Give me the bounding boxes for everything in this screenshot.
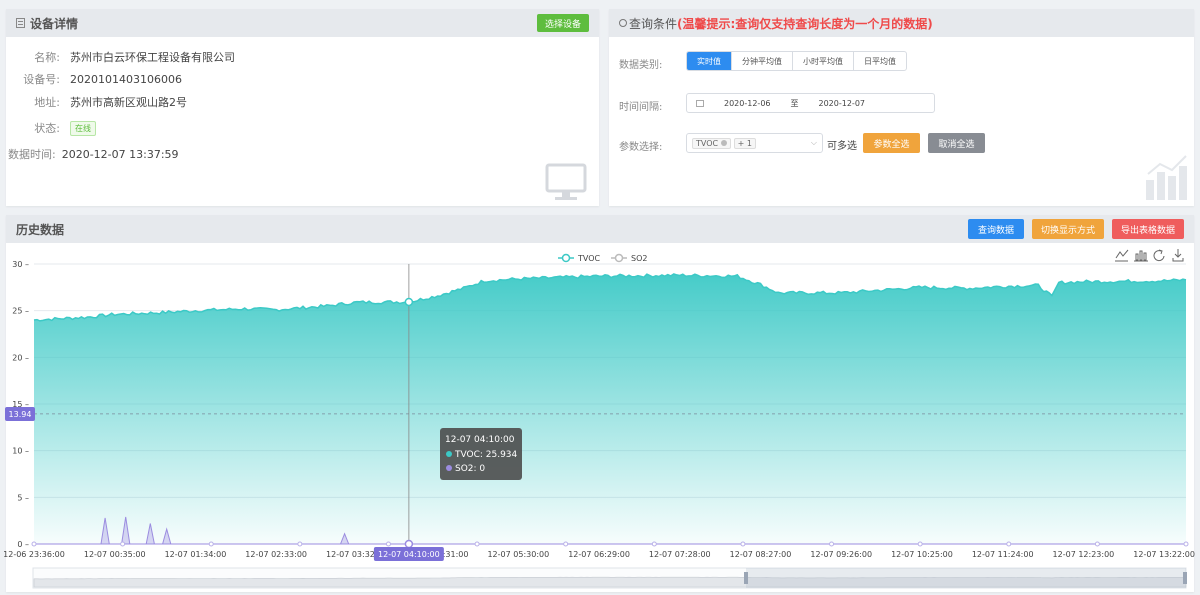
search-icon — [619, 19, 627, 27]
query-panel-header: 查询条件 (温馨提示:查询仅支持查询长度为一个月的数据) — [609, 9, 1194, 37]
close-icon[interactable] — [720, 139, 727, 146]
document-icon — [16, 18, 25, 28]
type-option-minute[interactable]: 分钟平均值 — [732, 52, 793, 70]
bar-chart-icon — [1146, 155, 1187, 200]
device-name-row: 名称: 苏州市白云环保工程设备有限公司 — [6, 49, 235, 65]
device-addr-value: 苏州市高新区观山路2号 — [70, 96, 187, 109]
device-status-label: 状态: — [34, 122, 60, 135]
export-table-button[interactable]: 导出表格数据 — [1112, 219, 1184, 239]
param-select[interactable]: TVOC + 1 ⌵ — [686, 133, 823, 153]
query-data-button[interactable]: 查询数据 — [968, 219, 1024, 239]
interval-label: 时间间隔: — [619, 102, 663, 113]
query-tip: (温馨提示:查询仅支持查询长度为一个月的数据) — [677, 16, 933, 31]
date-end[interactable]: 2020-12-07 — [819, 99, 866, 108]
date-range-input[interactable]: 2020-12-06 至 2020-12-07 — [686, 93, 935, 113]
query-panel: 查询条件 (温馨提示:查询仅支持查询长度为一个月的数据) 数据类别: 实时值 分… — [609, 9, 1194, 206]
device-panel-header: 设备详情 选择设备 — [6, 9, 599, 37]
type-option-realtime[interactable]: 实时值 — [687, 52, 732, 70]
device-addr-row: 地址: 苏州市高新区观山路2号 — [6, 94, 187, 110]
device-name-value: 苏州市白云环保工程设备有限公司 — [70, 51, 235, 64]
chevron-down-icon: ⌵ — [810, 138, 817, 147]
select-all-button[interactable]: 参数全选 — [863, 133, 920, 153]
cancel-all-button[interactable]: 取消全选 — [928, 133, 985, 153]
device-code-row: 设备号: 2020101403106006 — [6, 71, 182, 87]
device-panel-title: 设备详情 — [30, 16, 79, 31]
device-status-row: 状态: 在线 — [6, 120, 96, 136]
data-type-selector: 实时值 分钟平均值 小时平均值 日平均值 — [686, 51, 907, 71]
device-time-row: 数据时间: 2020-12-07 13:37:59 — [8, 146, 179, 162]
type-option-hour[interactable]: 小时平均值 — [793, 52, 854, 70]
date-start[interactable]: 2020-12-06 — [724, 99, 771, 108]
device-addr-label: 地址: — [34, 96, 60, 109]
query-panel-title: 查询条件 — [629, 16, 678, 31]
param-chip-more: + 1 — [733, 137, 756, 149]
monitor-icon — [545, 163, 587, 200]
device-time-value: 2020-12-07 13:37:59 — [61, 147, 179, 161]
device-panel: 设备详情 选择设备 名称: 苏州市白云环保工程设备有限公司 设备号: 20201… — [6, 9, 599, 206]
multi-select-hint: 可多选 — [827, 141, 857, 152]
history-panel-header: 历史数据 查询数据 切换显示方式 导出表格数据 — [6, 215, 1194, 243]
switch-display-button[interactable]: 切换显示方式 — [1032, 219, 1104, 239]
calendar-icon — [696, 99, 704, 107]
history-panel: 历史数据 查询数据 切换显示方式 导出表格数据 — [6, 215, 1194, 592]
status-badge: 在线 — [70, 120, 96, 136]
device-time-label: 数据时间: — [8, 148, 56, 161]
param-chip-tvoc[interactable]: TVOC — [692, 137, 731, 149]
date-separator: 至 — [790, 98, 799, 108]
history-panel-title: 历史数据 — [16, 222, 65, 237]
device-name-label: 名称: — [34, 51, 60, 64]
select-device-button[interactable]: 选择设备 — [536, 14, 589, 32]
param-label: 参数选择: — [619, 142, 663, 153]
data-type-label: 数据类别: — [619, 60, 663, 71]
param-chip-text: TVOC — [696, 138, 719, 148]
device-code-label: 设备号: — [23, 73, 60, 86]
device-code-value: 2020101403106006 — [70, 72, 182, 86]
type-option-day[interactable]: 日平均值 — [854, 52, 906, 70]
